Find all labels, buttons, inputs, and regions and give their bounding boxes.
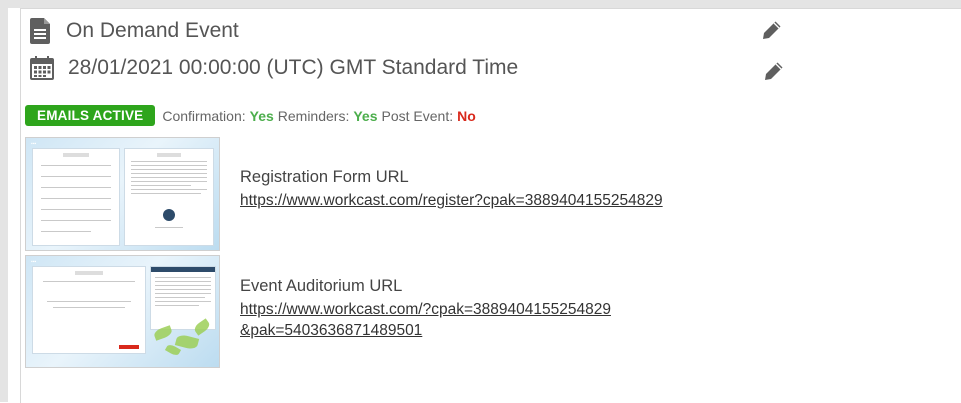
reminders-value: Yes <box>353 107 378 124</box>
confirmation-value: Yes <box>249 107 274 124</box>
pencil-icon <box>762 21 782 44</box>
emails-active-badge: EMAILS ACTIVE <box>25 105 156 126</box>
event-datetime: 28/01/2021 00:00:00 (UTC) GMT Standard T… <box>68 56 519 79</box>
event-title: On Demand Event <box>66 19 239 42</box>
top-rail <box>8 0 961 8</box>
calendar-icon <box>30 56 54 80</box>
event-date-row: 28/01/2021 00:00:00 (UTC) GMT Standard T… <box>30 56 518 80</box>
event-title-row: On Demand Event <box>30 18 239 44</box>
reminders-label: Reminders: <box>277 107 350 124</box>
document-icon <box>30 18 52 44</box>
auditorium-url-title: Event Auditorium URL <box>240 277 403 295</box>
confirmation-label: Confirmation: <box>162 107 246 124</box>
edit-date-button[interactable] <box>764 61 784 86</box>
email-status-row: EMAILS ACTIVE Confirmation: Yes Reminder… <box>25 105 476 126</box>
post-event-value: No <box>457 107 476 124</box>
brand-logo: ▪▪▪ <box>31 141 37 147</box>
left-rail <box>0 0 8 402</box>
edit-title-button[interactable] <box>762 20 782 45</box>
auditorium-page-thumbnail[interactable]: ▪▪▪ <box>25 255 220 368</box>
registration-link-block: Registration Form URL https://www.workca… <box>240 168 663 211</box>
registration-url-link[interactable]: https://www.workcast.com/register?cpak=3… <box>240 190 663 211</box>
auditorium-url-link[interactable]: https://www.workcast.com/?cpak=388940415… <box>240 299 620 341</box>
registration-url-title: Registration Form URL <box>240 168 409 186</box>
brand-logo: ▪▪▪ <box>31 259 37 265</box>
auditorium-link-block: Event Auditorium URL https://www.workcas… <box>240 277 620 341</box>
pencil-icon <box>764 62 784 85</box>
registration-page-thumbnail[interactable]: ▪▪▪ <box>25 137 220 251</box>
post-event-label: Post Event: <box>381 107 454 124</box>
